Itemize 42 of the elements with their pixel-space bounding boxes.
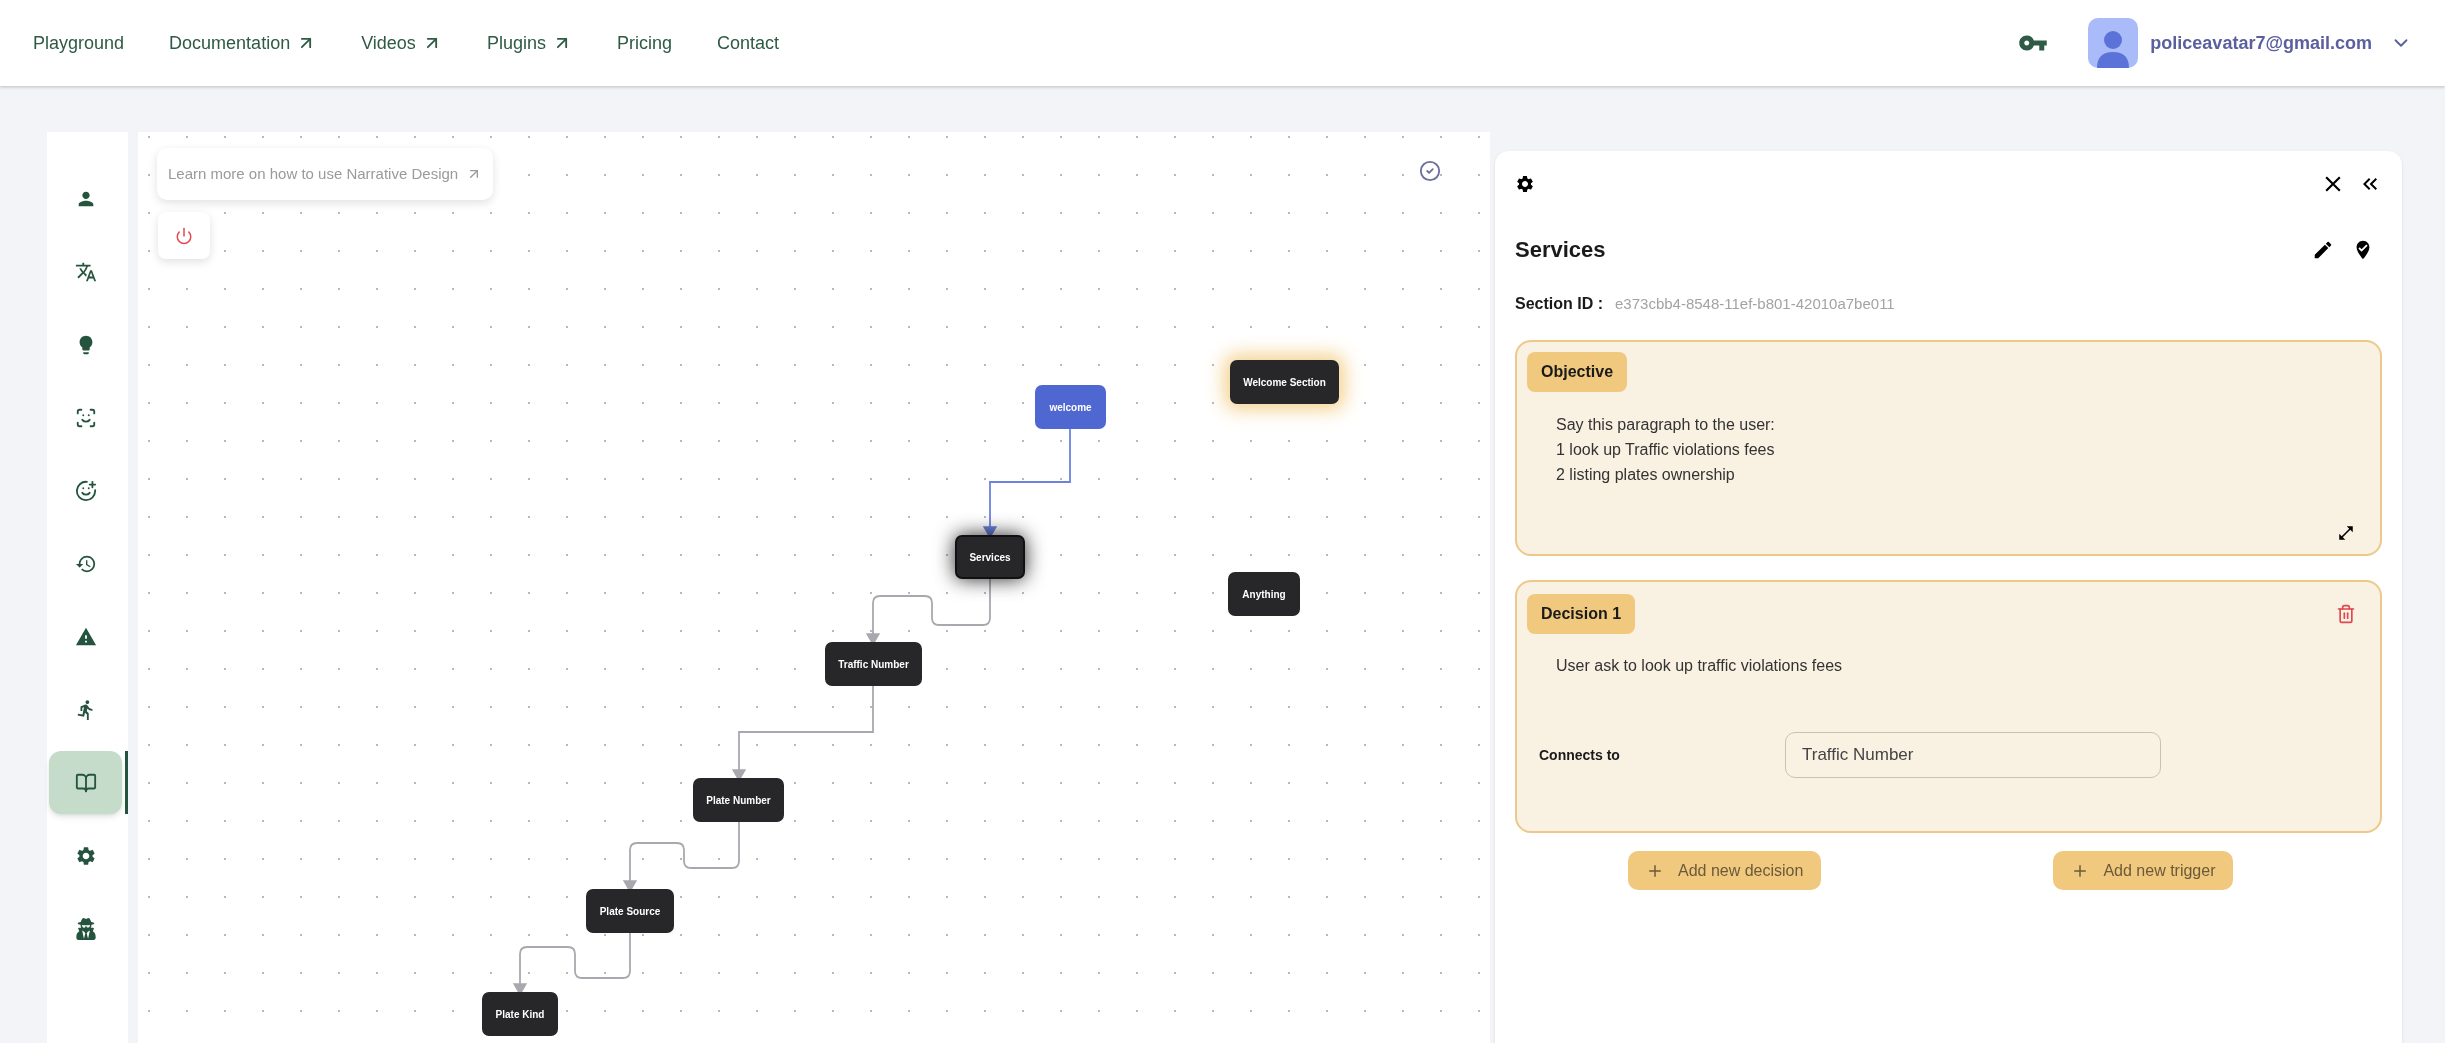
connects-to-field[interactable]: Traffic Number xyxy=(1785,732,2161,778)
expand-icon[interactable] xyxy=(2337,524,2355,542)
flow-node[interactable]: Welcome Section xyxy=(1230,360,1339,404)
spy-icon xyxy=(75,917,97,940)
section-id-label: Section ID : xyxy=(1515,294,1603,314)
avatar[interactable] xyxy=(2088,18,2139,68)
settings-icon[interactable] xyxy=(1515,174,1535,194)
power-icon xyxy=(175,226,193,245)
smiley-icon xyxy=(75,479,97,502)
objective-badge: Objective xyxy=(1527,352,1628,392)
power-button[interactable] xyxy=(158,212,210,259)
section-id-value: e373cbb4-8548-11ef-b801-42010a7be011 xyxy=(1615,294,1895,314)
nav-link[interactable]: Contact xyxy=(716,29,779,57)
nav-link[interactable]: Documentation xyxy=(169,29,317,57)
flow-node[interactable]: welcome xyxy=(1035,385,1106,429)
nav-link[interactable]: Plugins xyxy=(486,29,572,57)
flow-node[interactable]: Services xyxy=(955,535,1025,579)
connects-to-label: Connects to xyxy=(1539,745,1621,765)
flow-node[interactable]: Plate Number xyxy=(693,778,784,822)
check-circle-icon[interactable] xyxy=(1419,160,1441,182)
nav-link[interactable]: Pricing xyxy=(616,29,672,57)
nav-link[interactable]: Playground xyxy=(33,29,125,57)
flow-canvas[interactable]: Learn more on how to use Narrative Design welcome Welcome Section Services Anything Traffic Number Plate Number Plate Source Plate Kind xyxy=(138,132,1490,1043)
translate-icon xyxy=(75,260,97,283)
nav-link[interactable]: Videos xyxy=(361,29,442,57)
person-silhouette-icon xyxy=(2096,28,2131,68)
flow-node[interactable]: Plate Source xyxy=(586,889,674,933)
decision-badge: Decision 1 xyxy=(1527,594,1636,634)
book-icon xyxy=(74,771,97,794)
decision-text: User ask to look up traffic violations fees xyxy=(1556,656,1844,676)
flow-node[interactable]: Traffic Number xyxy=(825,642,922,686)
face-scan-icon xyxy=(75,406,97,429)
trash-icon[interactable] xyxy=(2336,604,2356,624)
flow-node[interactable]: Anything xyxy=(1228,572,1300,616)
objective-text: Say this paragraph to the user: 1 look up Traffic violations fees 2 listing plates ownership xyxy=(1556,415,1776,485)
sidebar-item[interactable] xyxy=(49,751,123,814)
panel-title: Services xyxy=(1515,236,1606,264)
add-decision-button[interactable]: Add new decision xyxy=(1628,851,1822,890)
add-trigger-button[interactable]: Add new trigger xyxy=(2053,851,2234,890)
account-email[interactable]: policeavatar7@gmail.com xyxy=(2150,29,2372,57)
flow-node[interactable]: Plate Kind xyxy=(482,992,558,1036)
settings-icon xyxy=(75,844,97,867)
